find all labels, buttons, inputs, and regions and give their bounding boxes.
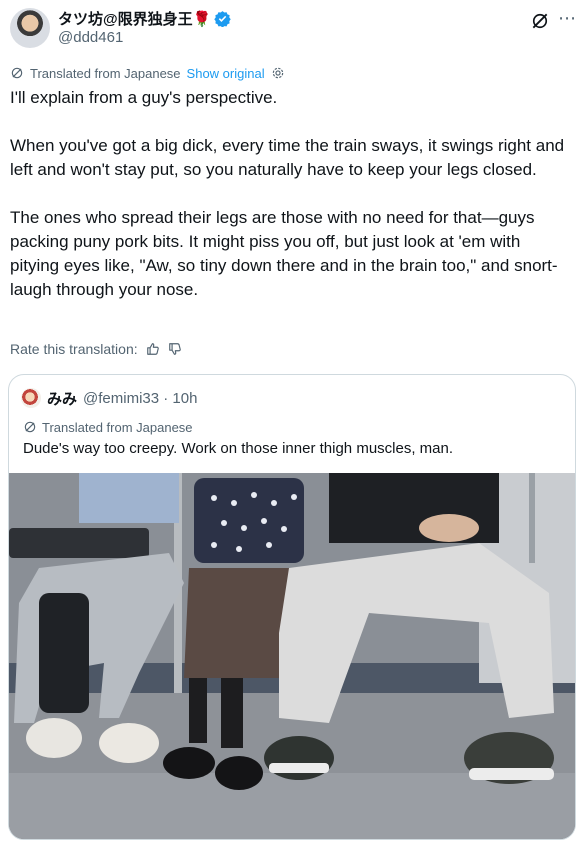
quoted-post-text: Dude's way too creepy. Work on those inn… — [23, 440, 454, 457]
translate-icon — [11, 67, 23, 79]
quoted-post-card[interactable]: みみ @femimi33 · 10h Translated from Japan… — [8, 374, 576, 840]
post-paragraph: I'll explain from a guy's perspective. — [10, 88, 278, 107]
quoted-author-avatar[interactable] — [21, 388, 41, 408]
translate-icon — [24, 421, 36, 433]
translation-notice: Translated from Japanese Show original — [10, 64, 285, 82]
quoted-post-header: みみ @femimi33 · 10h — [21, 387, 197, 409]
thumbs-down-icon[interactable] — [168, 342, 182, 356]
post-header: タツ坊@限界独身王🌹 @ddd461 ⋯ — [8, 6, 578, 50]
gear-icon[interactable] — [271, 66, 285, 80]
verified-badge-icon — [214, 10, 232, 27]
author-handle[interactable]: @ddd461 — [58, 29, 123, 46]
post-paragraph: When you've got a big dick, every time t… — [10, 136, 565, 179]
post-text: I'll explain from a guy's perspective. W… — [10, 86, 570, 326]
author-display-name[interactable]: タツ坊@限界独身王🌹 — [58, 8, 211, 29]
show-original-link[interactable]: Show original — [187, 66, 265, 81]
post-paragraph: The ones who spread their legs are those… — [10, 208, 558, 299]
quoted-post-photo[interactable] — [9, 473, 576, 840]
quoted-translation-notice: Translated from Japanese — [23, 419, 193, 435]
quoted-author-meta: @femimi33 · 10h — [83, 389, 198, 407]
quoted-translated-label: Translated from Japanese — [42, 419, 193, 435]
author-avatar[interactable] — [10, 8, 50, 48]
translated-from-label: Translated from Japanese — [30, 65, 181, 81]
thumbs-up-icon[interactable] — [146, 342, 160, 356]
rate-translation-row: Rate this translation: — [10, 340, 182, 358]
rate-translation-label: Rate this translation: — [10, 341, 138, 357]
more-options-icon[interactable]: ⋯ — [556, 9, 578, 31]
quoted-author-name[interactable]: みみ — [47, 388, 77, 409]
author-name-row: タツ坊@限界独身王🌹 — [58, 8, 232, 29]
grok-icon[interactable] — [530, 11, 550, 31]
